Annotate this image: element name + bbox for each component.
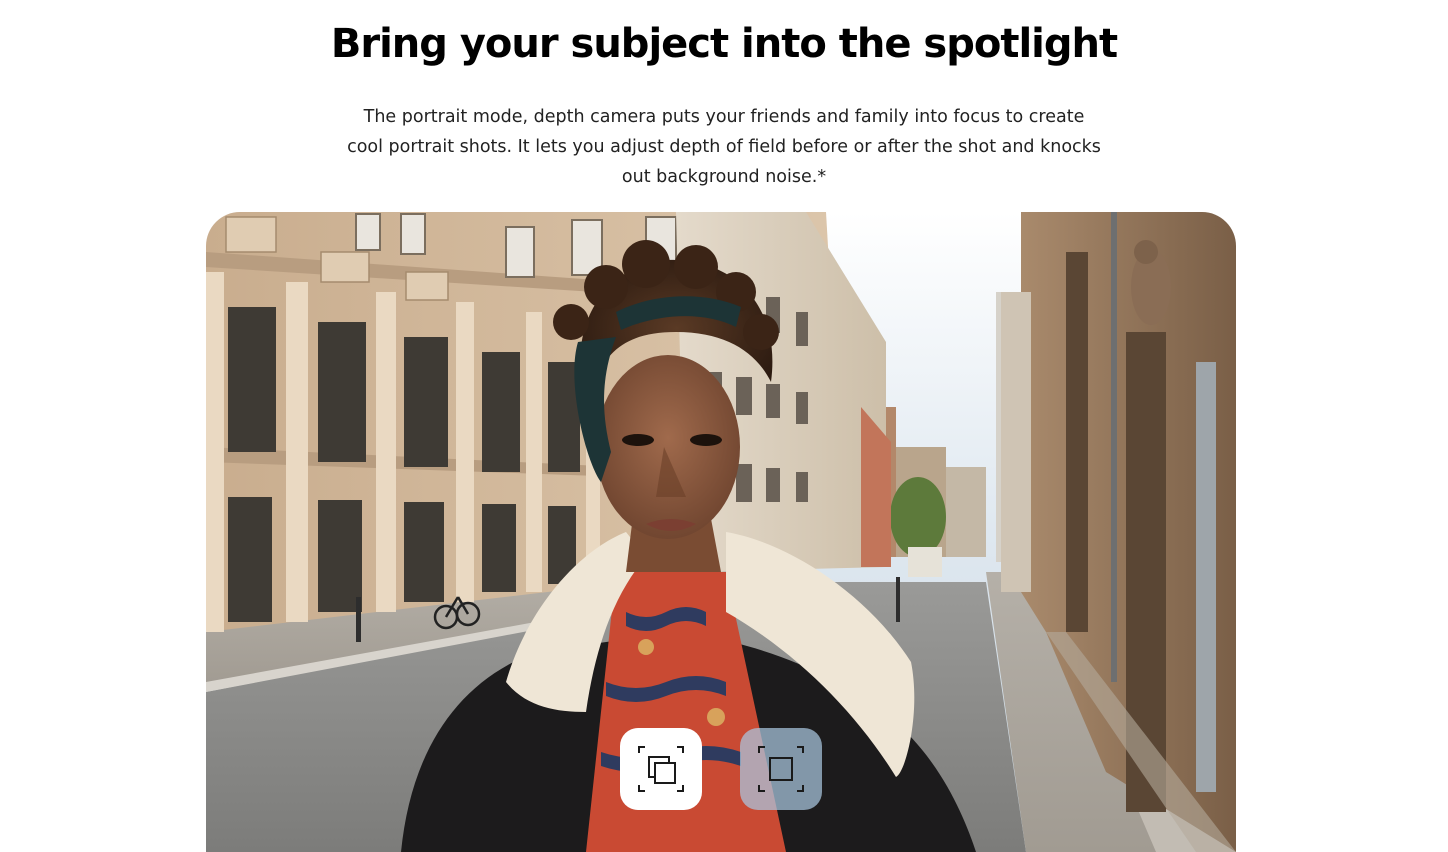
focus-frames-icon	[638, 746, 684, 792]
street-scene-image	[206, 212, 1236, 852]
description: The portrait mode, depth camera puts you…	[347, 107, 1101, 187]
page: Bring your subject into the spotlight Th…	[0, 0, 1448, 852]
focus-toggle-button-selected[interactable]	[620, 728, 702, 810]
headline: Bring your subject into the spotlight	[330, 21, 1118, 67]
focus-toggle-button-unselected[interactable]	[740, 728, 822, 810]
portrait-photo	[206, 212, 1236, 852]
single-frame-icon	[758, 746, 804, 792]
